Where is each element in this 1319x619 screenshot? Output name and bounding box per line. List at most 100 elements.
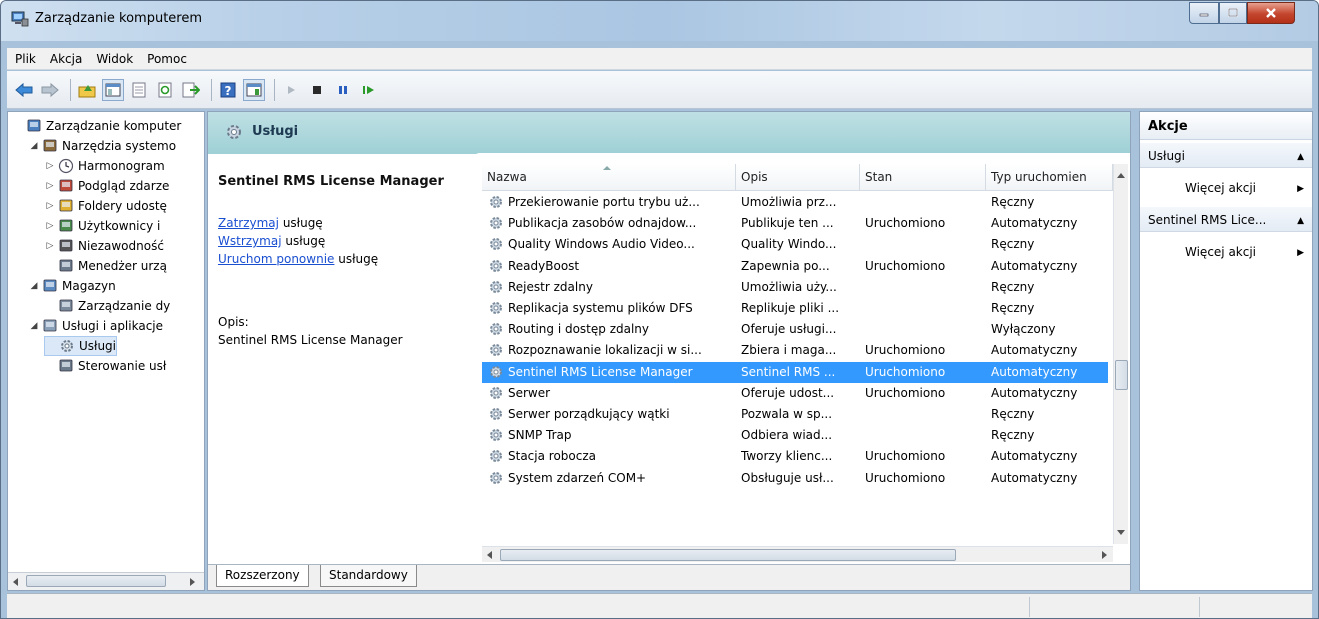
column-label: Stan (865, 170, 893, 184)
tree-item[interactable]: Sterowanie usł (44, 356, 166, 376)
tab-standard[interactable]: Standardowy (320, 565, 417, 587)
table-row[interactable]: Serwer porządkujący wątki Pozwala w sp...… (482, 404, 1108, 425)
menu-plik[interactable]: Plik (15, 52, 36, 66)
play-icon (288, 85, 295, 94)
table-row[interactable]: Replikacja systemu plików DFS Replikuje p… (482, 298, 1108, 319)
column-header-name[interactable]: Nazwa (482, 164, 736, 191)
table-row[interactable]: Rejestr zdalny Umożliwia uży... Ręczny (482, 277, 1108, 298)
service-startup-type-cell: Ręczny (991, 428, 1035, 443)
more-actions-selected[interactable]: Więcej akcji ▶ (1140, 240, 1312, 264)
list-horizontal-thumb[interactable] (500, 549, 956, 561)
show-hide-action-pane-button[interactable] (243, 78, 265, 101)
menu-pomoc[interactable]: Pomoc (147, 52, 187, 66)
tree-item[interactable]: ◢ Magazyn (28, 276, 116, 296)
submenu-arrow-icon: ▶ (1297, 248, 1304, 258)
up-one-level-button[interactable] (76, 79, 98, 101)
back-button[interactable] (13, 79, 35, 101)
title-bar[interactable]: Zarządzanie komputerem (1, 1, 1318, 41)
scroll-right-icon[interactable] (188, 577, 196, 587)
list-horizontal-scrollbar[interactable] (482, 546, 1113, 562)
menu-widok[interactable]: Widok (96, 52, 133, 66)
services-gear-icon (227, 125, 241, 139)
expand-collapse-icon[interactable]: ▷ (44, 161, 56, 171)
column-header-description[interactable]: Opis (736, 164, 860, 191)
tree-item[interactable]: ▷ Foldery udostę (44, 196, 167, 216)
tab-extended[interactable]: Rozszerzony (216, 565, 309, 587)
maximize-button[interactable] (1219, 2, 1247, 24)
table-row[interactable]: Sentinel RMS License Manager Sentinel RMS… (482, 361, 1108, 383)
table-row[interactable]: Serwer Oferuje udost... Uruchomiono Automat… (482, 383, 1108, 404)
refresh-button[interactable] (154, 79, 176, 101)
tree-scroll-thumb[interactable] (26, 575, 166, 587)
column-header-status[interactable]: Stan (860, 164, 986, 191)
table-row[interactable]: Rozpoznawanie lokalizacji w si... Zbiera … (482, 340, 1108, 361)
actions-section-selected[interactable]: Sentinel RMS Lice... ▲ (1140, 206, 1312, 232)
minimize-button[interactable] (1189, 2, 1219, 24)
expand-collapse-icon[interactable]: ▷ (44, 201, 56, 211)
submenu-arrow-icon: ▶ (1297, 184, 1304, 194)
restart-service-button[interactable] (358, 79, 380, 101)
list-vertical-thumb[interactable] (1115, 360, 1128, 390)
section-label: Sentinel RMS Lice... (1148, 213, 1267, 227)
table-row[interactable]: Quality Windows Audio Video... Quality Wi… (482, 234, 1108, 255)
service-startup-type-cell: Automatyczny (991, 470, 1078, 485)
tree-item[interactable]: ▷ Harmonogram (44, 156, 165, 176)
tree-horizontal-scrollbar[interactable] (8, 572, 204, 590)
tree-item[interactable]: Usługi (44, 336, 118, 356)
restart-service-link[interactable]: Uruchom ponownie (218, 252, 334, 266)
properties-button[interactable] (128, 79, 150, 101)
table-row[interactable]: System zdarzeń COM+ Obsługuje usł... Uruch… (482, 468, 1108, 489)
table-row[interactable]: Publikacja zasobów odnajdow... Publikuje … (482, 213, 1108, 234)
scroll-right-icon[interactable] (1100, 550, 1108, 560)
export-list-icon (182, 82, 200, 97)
column-header-startup-type[interactable]: Typ uruchomien (986, 164, 1113, 191)
pause-service-link[interactable]: Wstrzymaj (218, 234, 282, 248)
service-status-cell: Uruchomiono (865, 258, 946, 273)
tree-item-label: Usługi i aplikacje (62, 319, 164, 333)
service-gear-icon (490, 323, 502, 336)
expand-collapse-icon[interactable]: ▷ (44, 241, 56, 251)
service-startup-type-cell: Automatyczny (991, 364, 1078, 379)
scroll-left-icon[interactable] (12, 577, 20, 587)
expand-collapse-icon[interactable]: ◢ (28, 321, 40, 331)
table-row[interactable]: SNMP Trap Odbiera wiad... Ręczny (482, 425, 1108, 446)
expand-collapse-icon[interactable]: ◢ (28, 141, 40, 151)
scroll-left-icon[interactable] (486, 550, 494, 560)
scroll-down-icon[interactable] (1116, 529, 1126, 536)
table-row[interactable]: Routing i dostęp zdalny Oferuje usługi...… (482, 319, 1108, 340)
menu-akcja[interactable]: Akcja (50, 52, 82, 66)
close-button[interactable] (1247, 2, 1295, 24)
stop-service-link[interactable]: Zatrzymaj (218, 216, 279, 230)
export-list-button[interactable] (180, 79, 202, 101)
forward-button[interactable] (39, 79, 61, 101)
show-hide-tree-button[interactable] (102, 78, 124, 101)
help-button[interactable]: ? (217, 79, 239, 101)
tree-item[interactable]: Zarządzanie komputer (12, 116, 181, 136)
actions-section-services[interactable]: Usługi ▲ (1140, 142, 1312, 168)
tree-item[interactable]: ◢ Usługi i aplikacje (28, 316, 163, 336)
table-row[interactable]: Przekierowanie portu trybu uż... Umożliwi… (482, 192, 1108, 213)
stop-service-button[interactable] (306, 79, 328, 101)
scroll-up-icon[interactable] (1116, 172, 1126, 179)
tree-item[interactable]: ▷ Podgląd zdarze (44, 176, 170, 196)
expand-collapse-icon[interactable]: ▷ (44, 181, 56, 191)
service-gear-icon (490, 408, 502, 420)
tree-item[interactable]: Menedżer urzą (44, 256, 167, 276)
expand-collapse-icon[interactable]: ▷ (44, 221, 56, 231)
pause-service-button[interactable] (332, 79, 354, 101)
more-actions-services[interactable]: Więcej akcji ▶ (1140, 176, 1312, 200)
tree-item[interactable]: ▷ Niezawodność (44, 236, 164, 256)
service-description-cell: Odbiera wiad... (741, 428, 833, 443)
expand-collapse-icon[interactable]: ◢ (28, 281, 40, 291)
mmc-window: Zarządzanie komputerem Plik Akcja Widok … (0, 0, 1319, 619)
start-service-button[interactable] (280, 79, 302, 101)
tree-item[interactable]: ▷ Użytkownicy i (44, 216, 161, 236)
tree-item[interactable]: ◢ Narzędzia systemo (28, 136, 177, 156)
tree-item[interactable]: Zarządzanie dy (44, 296, 170, 316)
list-vertical-scrollbar[interactable] (1113, 164, 1128, 544)
service-startup-type-cell: Ręczny (991, 301, 1035, 315)
table-row[interactable]: ReadyBoost Zapewnia po... Uruchomiono Autom… (482, 256, 1108, 277)
service-gear-icon (490, 238, 502, 251)
services-list: Nazwa Opis Stan Typ uruchomien Przekiero… (482, 164, 1128, 564)
table-row[interactable]: Stacja robocza Tworzy klienc... Uruchomion… (482, 446, 1108, 467)
